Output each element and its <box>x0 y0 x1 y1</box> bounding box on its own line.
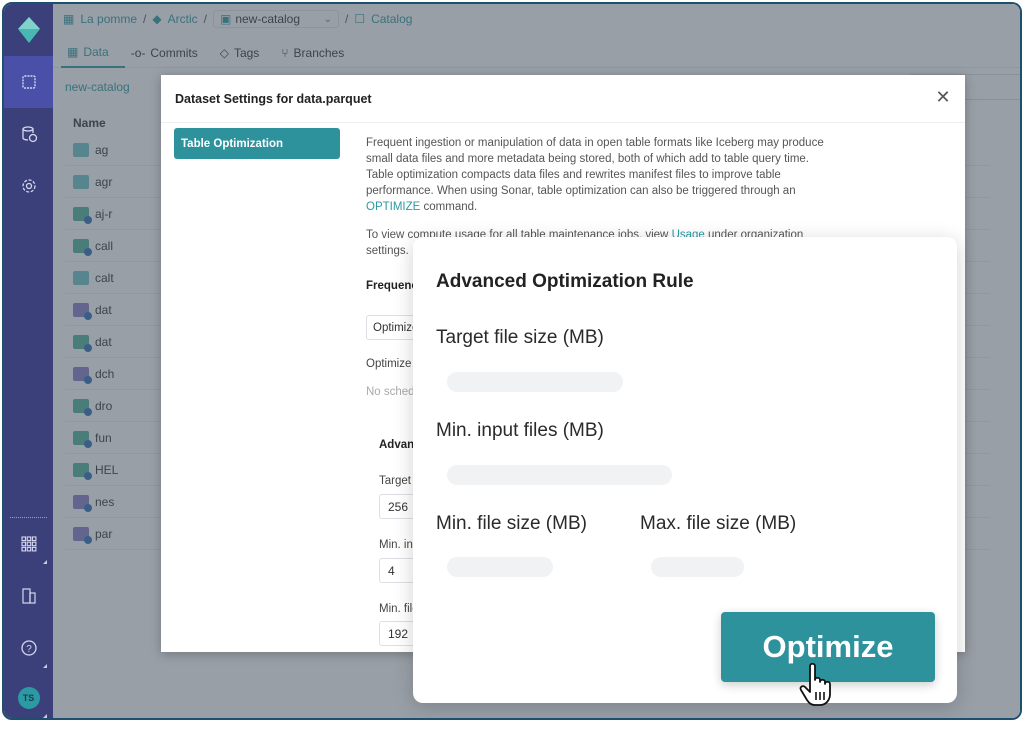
card-title: Advanced Optimization Rule <box>436 271 694 292</box>
sidebar-item-datasets[interactable] <box>4 108 53 160</box>
sidebar: ? TS <box>4 4 53 718</box>
expand-corner-icon <box>43 560 47 564</box>
min-file-size-placeholder[interactable] <box>447 557 553 577</box>
target-file-size-placeholder[interactable] <box>447 372 623 392</box>
min-input-files-placeholder[interactable] <box>447 465 672 485</box>
expand-corner-icon <box>43 664 47 668</box>
avatar: TS <box>17 687 40 709</box>
catalog-icon <box>21 75 36 89</box>
expand-corner-icon <box>43 714 47 718</box>
max-file-size-label: Max. file size (MB) <box>640 513 797 534</box>
sidebar-item-settings[interactable] <box>4 160 53 212</box>
database-icon <box>21 126 37 143</box>
max-file-size-placeholder[interactable] <box>651 557 744 577</box>
sidebar-logo[interactable] <box>4 4 53 56</box>
advanced-optimization-card: Advanced Optimization Rule Target file s… <box>413 237 957 706</box>
sidebar-item-organization[interactable] <box>4 570 53 622</box>
optimize-command-link[interactable]: OPTIMIZE <box>366 201 420 213</box>
description-paragraph: Frequent ingestion or manipulation of da… <box>366 135 836 215</box>
description-text: command. <box>420 201 478 213</box>
grid-apps-icon <box>20 536 36 552</box>
close-icon[interactable]: ✕ <box>933 87 953 107</box>
app-window: ? TS ▦ La pomme / ◆ Arctic / ▣ new-catal… <box>2 2 1022 720</box>
svg-text:?: ? <box>26 644 32 655</box>
dialog-title: Dataset Settings for data.parquet <box>161 75 965 123</box>
nav-item-table-optimization[interactable]: Table Optimization <box>174 128 340 159</box>
hand-pointer-icon <box>799 662 831 706</box>
sidebar-item-user[interactable]: TS <box>4 672 53 718</box>
min-input-files-label: Min. input files (MB) <box>436 420 604 441</box>
building-icon <box>21 588 36 604</box>
description-text: Frequent ingestion or manipulation of da… <box>366 137 824 197</box>
gear-icon <box>21 179 36 193</box>
help-icon: ? <box>20 640 37 656</box>
sidebar-item-catalog[interactable] <box>4 56 53 108</box>
sidebar-item-apps[interactable] <box>4 518 53 570</box>
iceberg-logo-icon <box>17 17 40 43</box>
sidebar-item-help[interactable]: ? <box>4 622 53 674</box>
min-file-size-label: Min. file size (MB) <box>436 513 587 534</box>
target-file-size-label: Target file size (MB) <box>436 327 604 348</box>
